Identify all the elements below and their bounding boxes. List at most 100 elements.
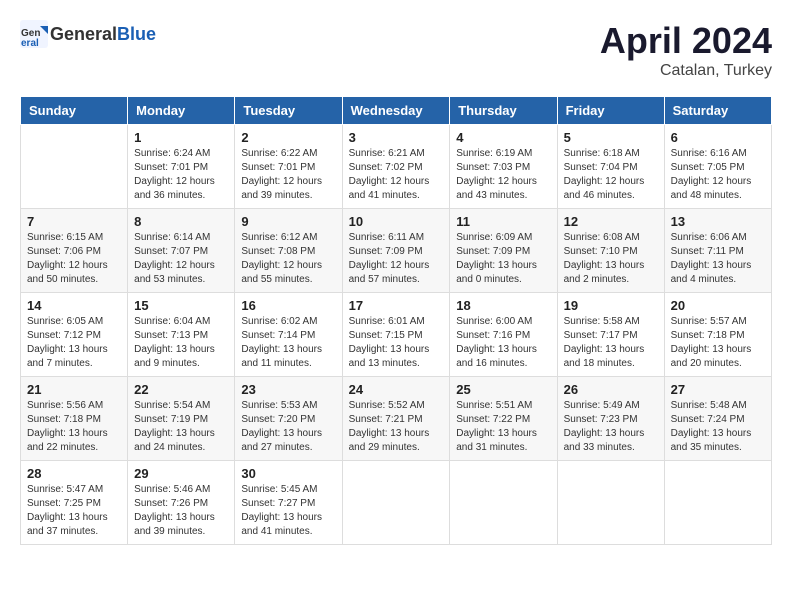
day-info: Sunrise: 6:02 AMSunset: 7:14 PMDaylight:… (241, 315, 335, 371)
calendar-table: SundayMondayTuesdayWednesdayThursdayFrid… (20, 96, 772, 545)
day-info: Sunrise: 5:54 AMSunset: 7:19 PMDaylight:… (134, 399, 228, 455)
day-number: 23 (241, 382, 335, 397)
day-number: 26 (564, 382, 658, 397)
weekday-header-wednesday: Wednesday (342, 97, 450, 125)
week-row-3: 14Sunrise: 6:05 AMSunset: 7:12 PMDayligh… (21, 293, 772, 377)
calendar-cell: 6Sunrise: 6:16 AMSunset: 7:05 PMDaylight… (664, 125, 771, 209)
weekday-header-thursday: Thursday (450, 97, 557, 125)
calendar-cell: 1 Sunrise: 6:24 AMSunset: 7:01 PMDaylight… (128, 125, 235, 209)
day-info: Sunrise: 6:04 AMSunset: 7:13 PMDaylight:… (134, 315, 228, 371)
weekday-header-row: SundayMondayTuesdayWednesdayThursdayFrid… (21, 97, 772, 125)
calendar-cell: 30 Sunrise: 5:45 AMSunset: 7:27 PMDayligh… (235, 461, 342, 545)
day-number: 18 (456, 298, 550, 313)
calendar-cell: 17Sunrise: 6:01 AMSunset: 7:15 PMDayligh… (342, 293, 450, 377)
day-info: Sunrise: 6:11 AMSunset: 7:09 PMDaylight:… (349, 231, 444, 287)
day-info: Sunrise: 6:12 AMSunset: 7:08 PMDaylight:… (241, 231, 335, 287)
logo-icon: Gen eral (20, 20, 48, 48)
calendar-cell: 5Sunrise: 6:18 AMSunset: 7:04 PMDaylight… (557, 125, 664, 209)
day-number: 8 (134, 214, 228, 229)
calendar-cell: 26 Sunrise: 5:49 AMSunset: 7:23 PMDayligh… (557, 377, 664, 461)
day-number: 10 (349, 214, 444, 229)
calendar-cell: 3 Sunrise: 6:21 AMSunset: 7:02 PMDaylight… (342, 125, 450, 209)
day-info: Sunrise: 5:57 AMSunset: 7:18 PMDaylight:… (671, 315, 765, 371)
day-number: 7 (27, 214, 121, 229)
svg-text:eral: eral (21, 38, 39, 48)
location-title: Catalan, Turkey (600, 62, 772, 80)
day-number: 9 (241, 214, 335, 229)
calendar-cell: 7 Sunrise: 6:15 AMSunset: 7:06 PMDaylight… (21, 209, 128, 293)
day-number: 22 (134, 382, 228, 397)
day-info: Sunrise: 5:49 AMSunset: 7:23 PMDaylight:… (564, 399, 658, 455)
day-number: 21 (27, 382, 121, 397)
calendar-cell: 28 Sunrise: 5:47 AMSunset: 7:25 PMDayligh… (21, 461, 128, 545)
day-info: Sunrise: 6:15 AMSunset: 7:06 PMDaylight:… (27, 231, 121, 287)
day-info: Sunrise: 6:00 AMSunset: 7:16 PMDaylight:… (456, 315, 550, 371)
day-info: Sunrise: 6:08 AMSunset: 7:10 PMDaylight:… (564, 231, 658, 287)
day-number: 11 (456, 214, 550, 229)
calendar-cell: 20 Sunrise: 5:57 AMSunset: 7:18 PMDayligh… (664, 293, 771, 377)
day-info: Sunrise: 5:53 AMSunset: 7:20 PMDaylight:… (241, 399, 335, 455)
week-row-5: 28 Sunrise: 5:47 AMSunset: 7:25 PMDayligh… (21, 461, 772, 545)
day-number: 12 (564, 214, 658, 229)
calendar-cell: 16 Sunrise: 6:02 AMSunset: 7:14 PMDayligh… (235, 293, 342, 377)
week-row-2: 7 Sunrise: 6:15 AMSunset: 7:06 PMDaylight… (21, 209, 772, 293)
day-info: Sunrise: 6:21 AMSunset: 7:02 PMDaylight:… (349, 147, 444, 203)
day-number: 24 (349, 382, 444, 397)
day-info: Sunrise: 6:22 AMSunset: 7:01 PMDaylight:… (241, 147, 335, 203)
calendar-cell (342, 461, 450, 545)
logo: Gen eral GeneralBlue (20, 20, 156, 48)
calendar-cell: 15 Sunrise: 6:04 AMSunset: 7:13 PMDayligh… (128, 293, 235, 377)
calendar-cell: 4 Sunrise: 6:19 AMSunset: 7:03 PMDaylight… (450, 125, 557, 209)
day-info: Sunrise: 6:09 AMSunset: 7:09 PMDaylight:… (456, 231, 550, 287)
calendar-cell: 21 Sunrise: 5:56 AMSunset: 7:18 PMDayligh… (21, 377, 128, 461)
day-number: 29 (134, 466, 228, 481)
calendar-cell (557, 461, 664, 545)
day-info: Sunrise: 5:51 AMSunset: 7:22 PMDaylight:… (456, 399, 550, 455)
day-number: 3 (349, 130, 444, 145)
day-info: Sunrise: 5:56 AMSunset: 7:18 PMDaylight:… (27, 399, 121, 455)
day-info: Sunrise: 6:14 AMSunset: 7:07 PMDaylight:… (134, 231, 228, 287)
calendar-cell: 10 Sunrise: 6:11 AMSunset: 7:09 PMDayligh… (342, 209, 450, 293)
day-number: 15 (134, 298, 228, 313)
calendar-cell: 8 Sunrise: 6:14 AMSunset: 7:07 PMDaylight… (128, 209, 235, 293)
day-number: 2 (241, 130, 335, 145)
page-header: Gen eral GeneralBlue April 2024 Catalan,… (20, 20, 772, 80)
calendar-cell: 13Sunrise: 6:06 AMSunset: 7:11 PMDayligh… (664, 209, 771, 293)
day-info: Sunrise: 5:48 AMSunset: 7:24 PMDaylight:… (671, 399, 765, 455)
weekday-header-sunday: Sunday (21, 97, 128, 125)
weekday-header-tuesday: Tuesday (235, 97, 342, 125)
calendar-cell: 25 Sunrise: 5:51 AMSunset: 7:22 PMDayligh… (450, 377, 557, 461)
day-number: 30 (241, 466, 335, 481)
weekday-header-monday: Monday (128, 97, 235, 125)
calendar-cell (450, 461, 557, 545)
calendar-cell: 9 Sunrise: 6:12 AMSunset: 7:08 PMDaylight… (235, 209, 342, 293)
title-area: April 2024 Catalan, Turkey (600, 20, 772, 80)
calendar-cell (664, 461, 771, 545)
day-number: 28 (27, 466, 121, 481)
day-info: Sunrise: 6:24 AMSunset: 7:01 PMDaylight:… (134, 147, 228, 203)
day-info: Sunrise: 5:46 AMSunset: 7:26 PMDaylight:… (134, 483, 228, 539)
day-number: 20 (671, 298, 765, 313)
day-info: Sunrise: 6:18 AMSunset: 7:04 PMDaylight:… (564, 147, 658, 203)
calendar-cell: 23 Sunrise: 5:53 AMSunset: 7:20 PMDayligh… (235, 377, 342, 461)
day-info: Sunrise: 5:47 AMSunset: 7:25 PMDaylight:… (27, 483, 121, 539)
day-number: 25 (456, 382, 550, 397)
weekday-header-friday: Friday (557, 97, 664, 125)
day-number: 14 (27, 298, 121, 313)
day-number: 1 (134, 130, 228, 145)
day-info: Sunrise: 5:58 AMSunset: 7:17 PMDaylight:… (564, 315, 658, 371)
calendar-cell: 29 Sunrise: 5:46 AMSunset: 7:26 PMDayligh… (128, 461, 235, 545)
day-info: Sunrise: 6:16 AMSunset: 7:05 PMDaylight:… (671, 147, 765, 203)
day-number: 4 (456, 130, 550, 145)
calendar-cell: 19Sunrise: 5:58 AMSunset: 7:17 PMDayligh… (557, 293, 664, 377)
calendar-cell: 11 Sunrise: 6:09 AMSunset: 7:09 PMDayligh… (450, 209, 557, 293)
day-number: 13 (671, 214, 765, 229)
day-info: Sunrise: 6:19 AMSunset: 7:03 PMDaylight:… (456, 147, 550, 203)
weekday-header-saturday: Saturday (664, 97, 771, 125)
day-number: 16 (241, 298, 335, 313)
day-number: 17 (349, 298, 444, 313)
calendar-cell: 18 Sunrise: 6:00 AMSunset: 7:16 PMDayligh… (450, 293, 557, 377)
week-row-1: 1 Sunrise: 6:24 AMSunset: 7:01 PMDaylight… (21, 125, 772, 209)
day-info: Sunrise: 5:45 AMSunset: 7:27 PMDaylight:… (241, 483, 335, 539)
calendar-cell: 12 Sunrise: 6:08 AMSunset: 7:10 PMDayligh… (557, 209, 664, 293)
